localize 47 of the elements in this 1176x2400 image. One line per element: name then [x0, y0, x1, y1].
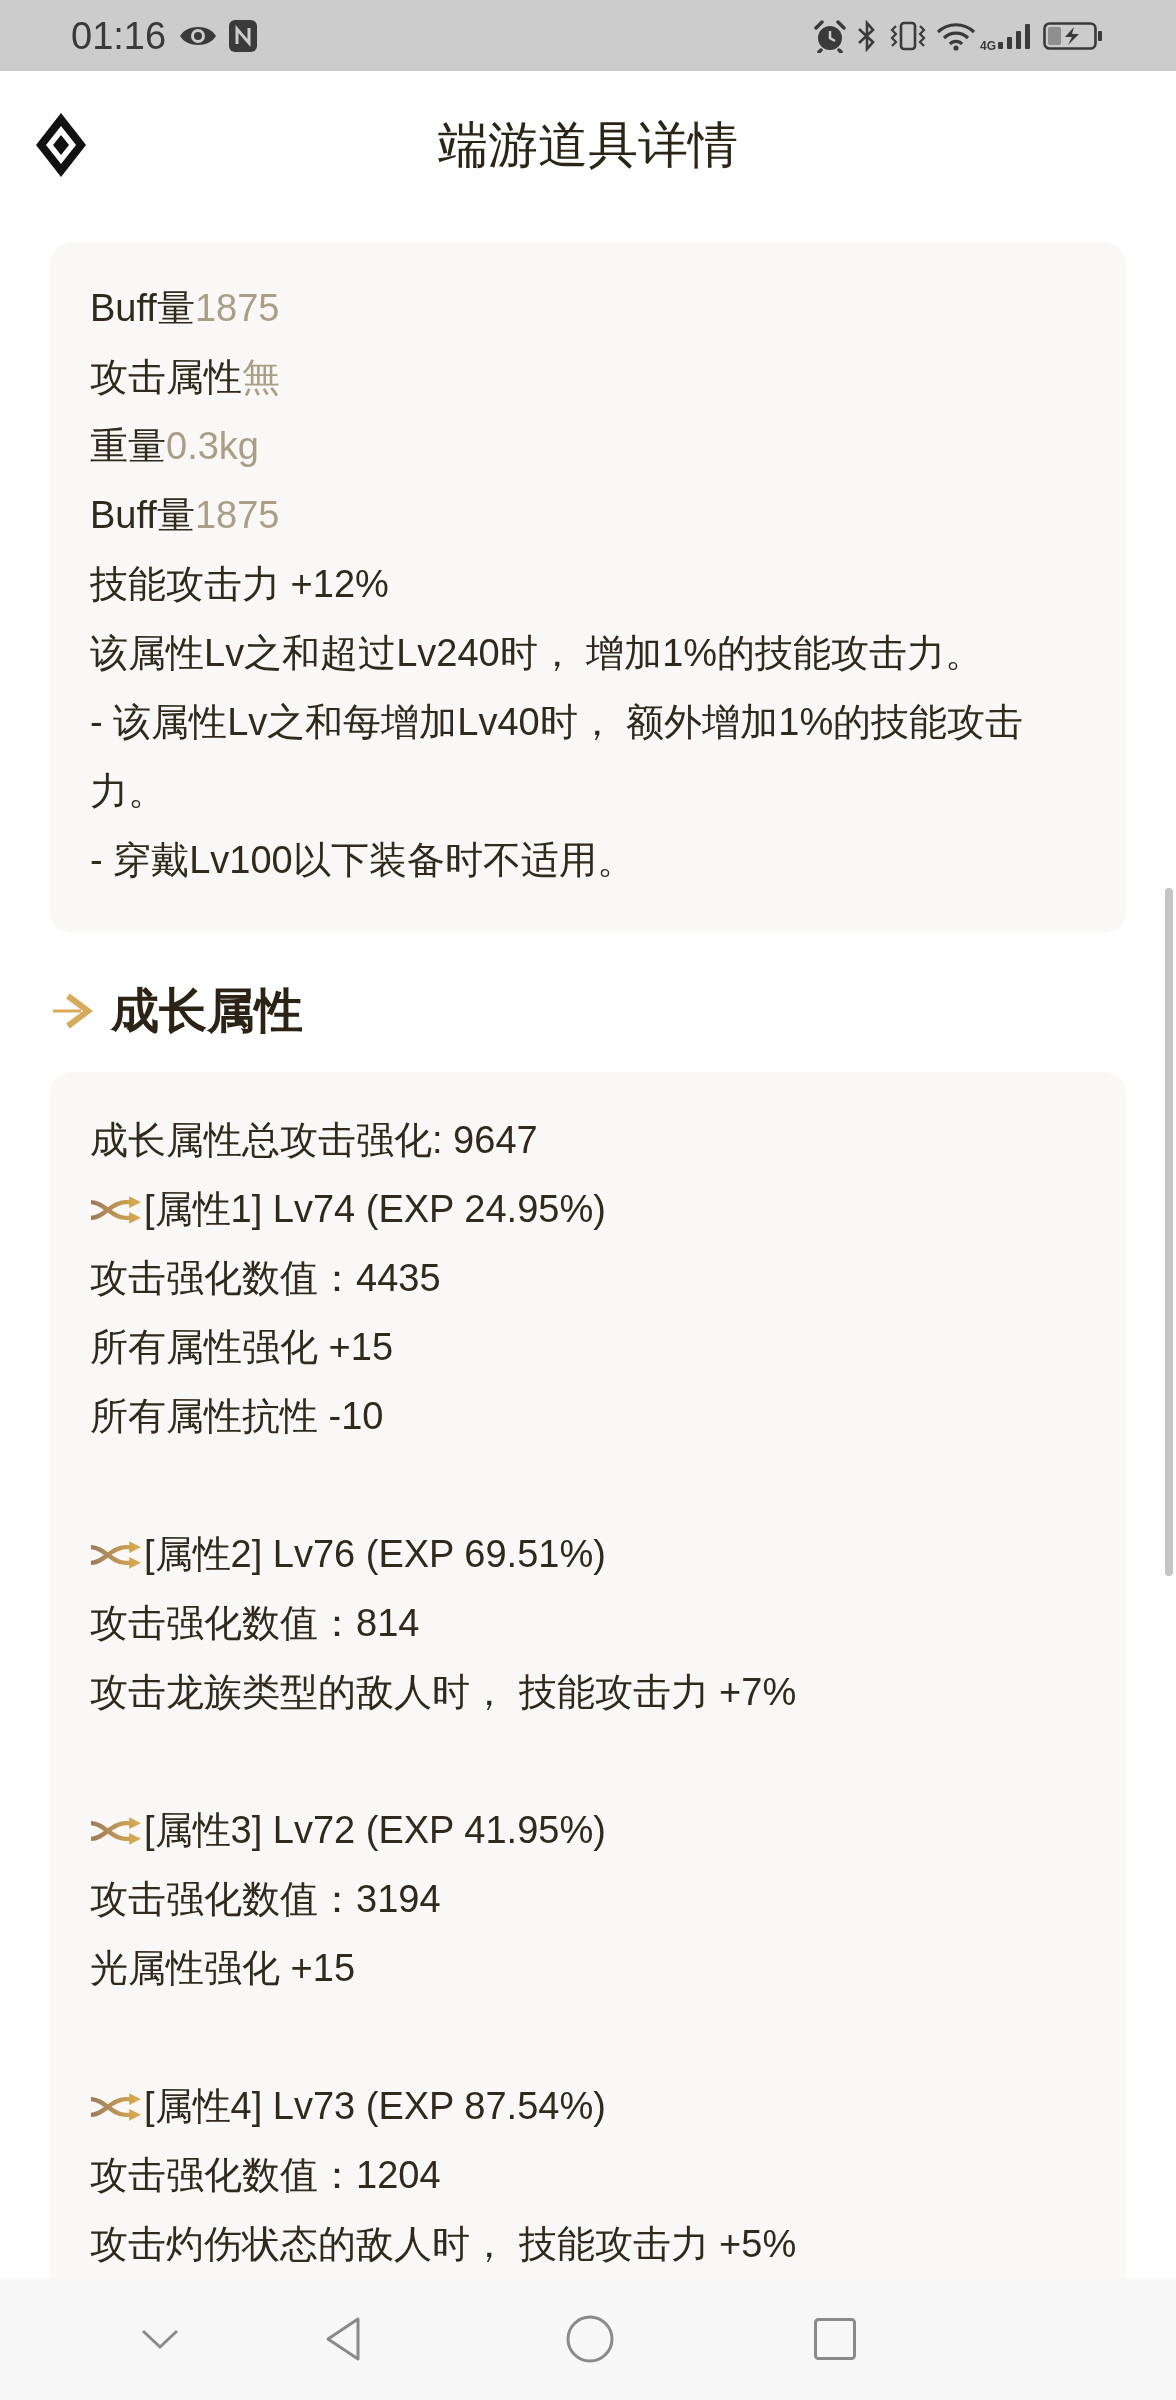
attribute-effect-text: 攻击强化数值：1204 [90, 2153, 442, 2198]
attribute-effect-text: 光属性强化 +15 [90, 1946, 357, 1991]
home-button[interactable] [566, 2315, 614, 2363]
stat-label: Buff量 [90, 287, 195, 329]
stat-value: 無 [242, 356, 280, 398]
recents-button[interactable] [814, 2318, 856, 2360]
chevron-down-icon [140, 2328, 180, 2350]
nfc-icon [228, 18, 259, 53]
status-time: 01:16 [71, 13, 167, 58]
battery-charging-icon [1043, 20, 1103, 51]
network-type-label: 4G [980, 38, 996, 53]
attribute-effect-text: 所有属性抗性 -10 [90, 1394, 385, 1439]
back-triangle-icon [325, 2316, 361, 2362]
stat-text: 该属性Lv之和超过Lv240时， 增加1%的技能攻击力。 [90, 631, 985, 676]
crossed-arrows-icon [90, 1195, 141, 1224]
stat-value: 0.3kg [166, 425, 259, 467]
vibrate-icon [888, 20, 928, 51]
stat-text: - 穿戴Lv100以下装备时不适用。 [90, 838, 636, 883]
stat-label: Buff量 [90, 494, 195, 536]
stat-text: - 该属性Lv之和每增加Lv40时， 额外增加1%的技能攻击力。 [90, 700, 1025, 814]
stat-value: 1875 [194, 287, 280, 329]
page-title: 端游道具详情 [438, 116, 738, 175]
attribute-effect-text: 攻击强化数值：3194 [90, 1877, 442, 1922]
attribute-heading: [属性3] Lv72 (EXP 41.95%) [144, 1808, 606, 1853]
crossed-arrows-icon [90, 2092, 141, 2121]
signal-icon [997, 22, 1033, 49]
wifi-icon [936, 20, 976, 51]
attribute-effect-text: 攻击强化数值：4435 [90, 1256, 442, 1301]
stat-label: 攻击属性 [90, 356, 242, 398]
stat-label: 重量 [90, 425, 166, 467]
recents-square-icon [814, 2318, 856, 2360]
home-circle-icon [566, 2315, 614, 2363]
stat-value: 1875 [194, 494, 280, 536]
alarm-icon [813, 18, 847, 53]
crossed-arrows-icon [90, 1816, 141, 1845]
crossed-arrows-icon [90, 1540, 141, 1569]
attribute-heading: [属性1] Lv74 (EXP 24.95%) [144, 1187, 606, 1232]
diamond-logo-icon[interactable] [36, 113, 86, 177]
attribute-effect-text: 攻击灼伤状态的敌人时， 技能攻击力 +5% [90, 2222, 798, 2267]
attribute-heading: [属性4] Lv73 (EXP 87.54%) [144, 2084, 606, 2129]
attribute-heading: [属性2] Lv76 (EXP 69.51%) [144, 1532, 606, 1577]
attribute-effect-text: 所有属性强化 +15 [90, 1325, 395, 1370]
section-title: 成长属性 [111, 983, 303, 1039]
stat-text: 技能攻击力 +12% [90, 562, 390, 607]
attribute-effect-text: 攻击强化数值：814 [90, 1601, 421, 1646]
attribute-effect-text: 攻击龙族类型的敌人时， 技能攻击力 +7% [90, 1670, 798, 1715]
growth-total-text: 成长属性总攻击强化: 9647 [90, 1118, 539, 1163]
